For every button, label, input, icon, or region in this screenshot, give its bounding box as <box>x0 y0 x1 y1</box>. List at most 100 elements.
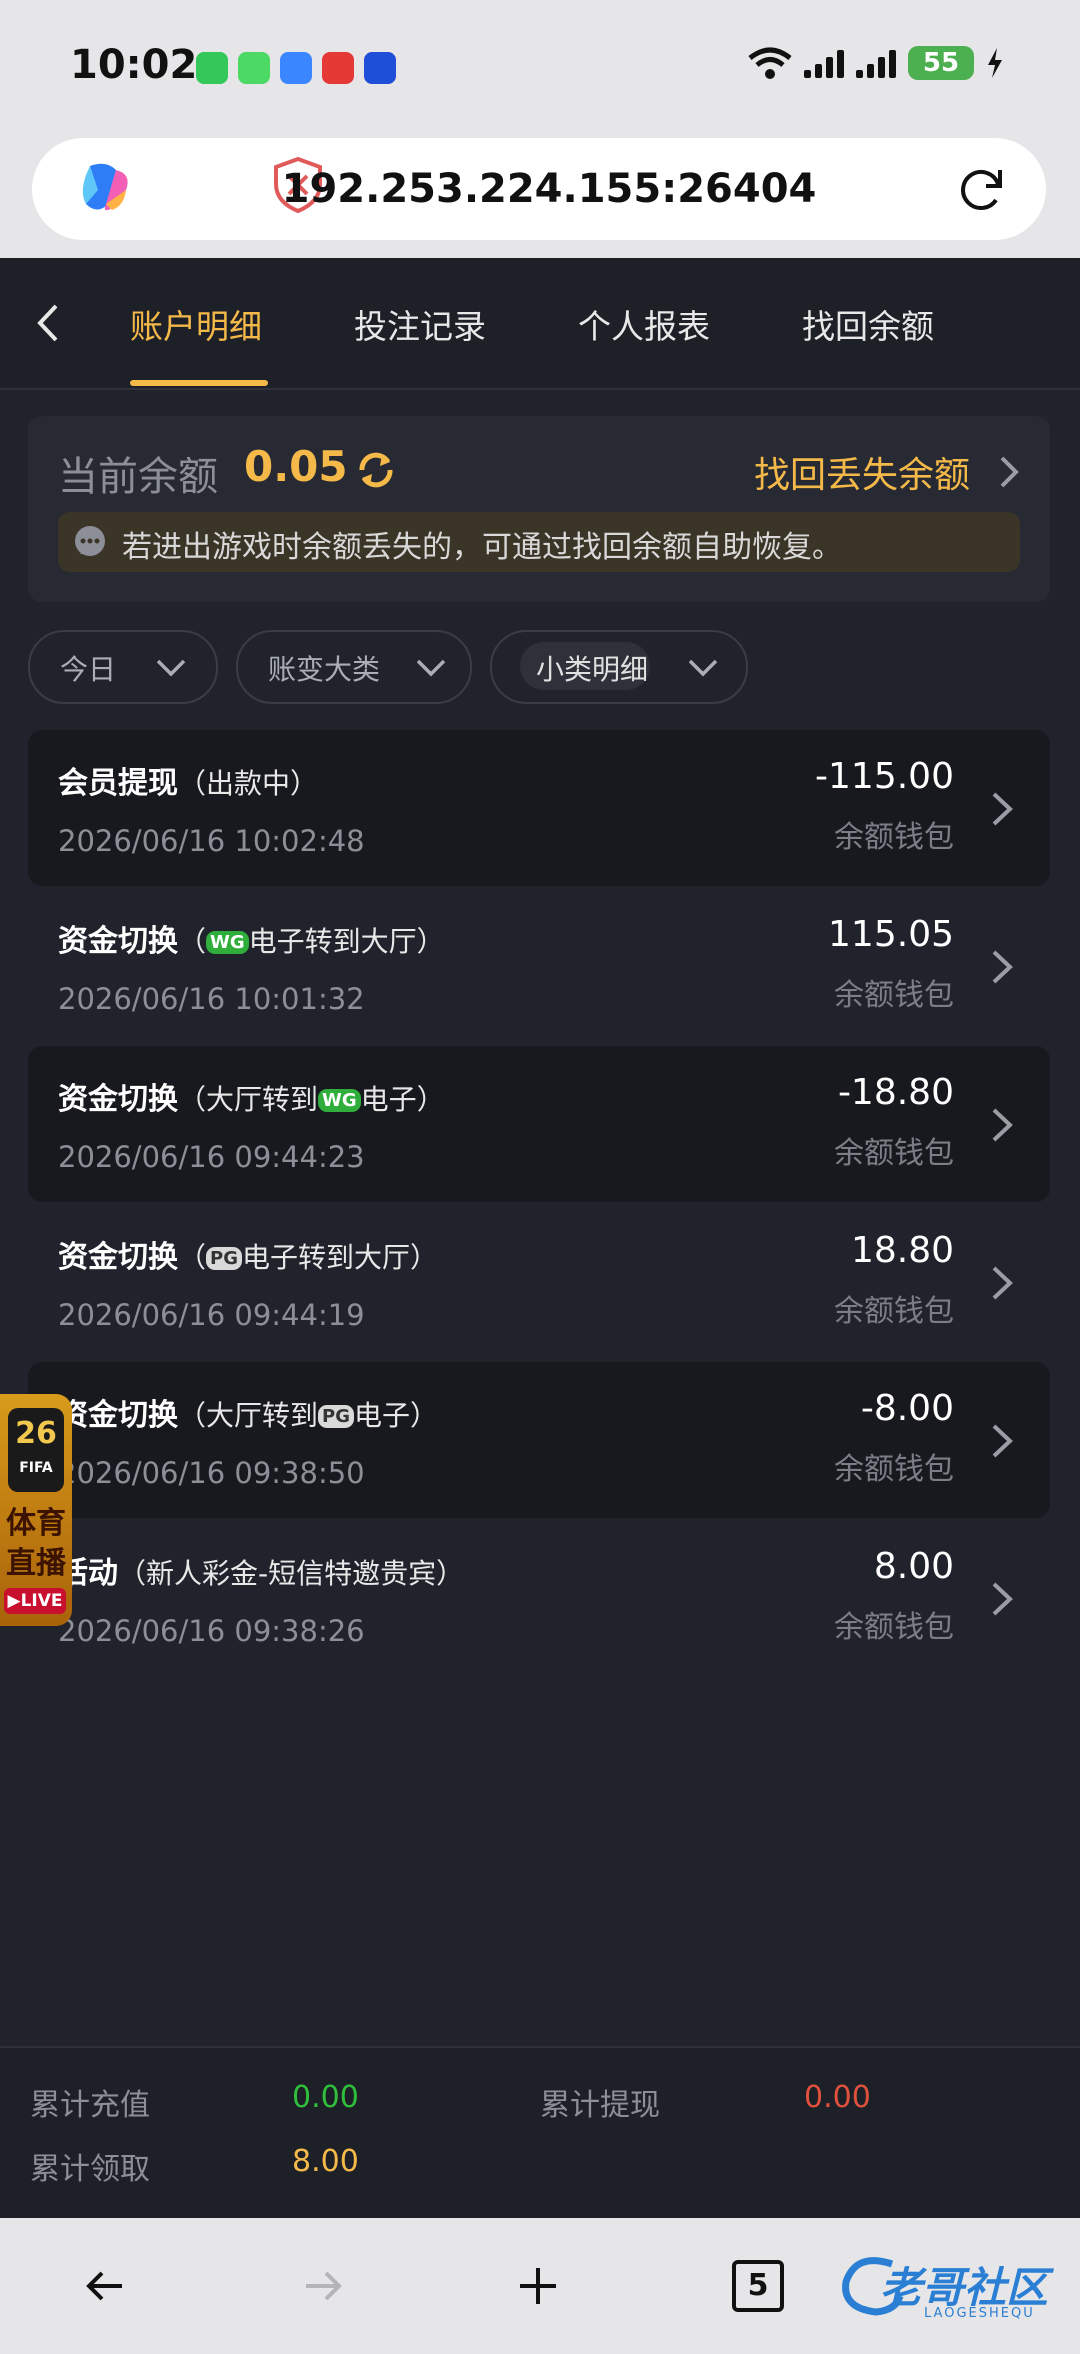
transaction-title: 资金切换（大厅转到 PG 电子） <box>58 1390 438 1434</box>
address-bar[interactable]: 192.253.224.155:26404 <box>32 138 1046 240</box>
chevron-down-icon <box>688 659 718 677</box>
chevron-right-icon[interactable] <box>988 1420 1016 1462</box>
total-claimed-value: 8.00 <box>292 2144 359 2179</box>
summary-bar: 累计充值 0.00 累计提现 0.00 累计领取 8.00 <box>0 2046 1080 2220</box>
transaction-time: 2026/06/16 09:38:26 <box>58 1614 365 1648</box>
transaction-type: 资金切换 <box>58 1082 178 1117</box>
laoge-community-watermark: 老哥社区 LAOGESHEQU <box>836 2248 1076 2328</box>
chevron-right-icon[interactable] <box>988 1262 1016 1304</box>
transaction-row[interactable]: 资金切换（大厅转到 WG 电子） 2026/06/16 09:44:23 -18.80 余… <box>28 1046 1050 1202</box>
tab-bet-records[interactable]: 投注记录 <box>354 300 486 348</box>
messages-app-icon <box>238 52 270 84</box>
transaction-row[interactable]: 会员提现（出款中） 2026/06/16 10:02:48 -115.00 余额钱包 <box>28 730 1050 886</box>
transaction-type: 资金切换 <box>58 1398 178 1433</box>
transaction-time: 2026/06/16 09:44:19 <box>58 1298 365 1332</box>
sports-live-badge[interactable]: 26 FIFA 体育 直播 ▶LIVE <box>0 1394 72 1626</box>
tabs-count-button[interactable]: 5 <box>732 2260 784 2312</box>
badge-live-label: ▶LIVE <box>4 1588 66 1614</box>
transaction-detail: （大厅转到 WG 电子） <box>178 1083 445 1116</box>
date-filter-dropdown[interactable]: 今日 <box>28 630 218 704</box>
url-text[interactable]: 192.253.224.155:26404 <box>32 166 1046 212</box>
phone-app-icon <box>196 52 228 84</box>
chevron-right-icon[interactable] <box>988 946 1016 988</box>
wifi-icon <box>748 47 792 79</box>
chevron-right-icon[interactable] <box>988 1104 1016 1146</box>
tab-account-details[interactable]: 账户明细 <box>130 300 262 348</box>
transaction-wallet: 余额钱包 <box>834 1452 954 1487</box>
music-app-icon <box>322 52 354 84</box>
back-arrow-icon[interactable] <box>28 298 68 348</box>
refresh-balance-icon[interactable] <box>354 448 398 492</box>
transaction-amount: -8.00 <box>860 1388 954 1429</box>
balance-card: 当前余额 0.05 找回丢失余额 若进出游戏时余额丢失的，可通过找回余额自助恢复… <box>28 416 1050 602</box>
transaction-type: 资金切换 <box>58 1240 178 1275</box>
total-deposit-label: 累计充值 <box>30 2088 150 2123</box>
transaction-detail: （大厅转到 PG 电子） <box>178 1399 439 1432</box>
chevron-down-icon <box>156 659 186 677</box>
transaction-detail: （PG 电子转到大厅） <box>178 1241 439 1274</box>
transaction-amount: 8.00 <box>873 1546 954 1587</box>
transaction-amount: 18.80 <box>850 1230 954 1271</box>
transaction-detail: （WG 电子转到大厅） <box>178 925 445 958</box>
transaction-type: 会员提现 <box>58 766 178 801</box>
balance-notice: 若进出游戏时余额丢失的，可通过找回余额自助恢复。 <box>58 512 1020 572</box>
browser-back-icon[interactable] <box>82 2262 130 2310</box>
transaction-time: 2026/06/16 10:02:48 <box>58 824 365 858</box>
transaction-title: 资金切换（ WG 电子转到大厅） <box>58 916 445 960</box>
total-deposit-value: 0.00 <box>292 2080 359 2115</box>
transaction-row[interactable]: 活动（新人彩金-短信特邀贵宾） 2026/06/16 09:38:26 8.00 余额… <box>28 1520 1050 1676</box>
active-tab-indicator <box>130 380 268 386</box>
tab-recover-balance[interactable]: 找回余额 <box>802 300 934 348</box>
transaction-title: 活动（新人彩金-短信特邀贵宾） <box>58 1548 464 1592</box>
fifa-trophy-icon: 26 FIFA <box>8 1408 64 1492</box>
transaction-wallet: 余额钱包 <box>834 1294 954 1329</box>
transaction-row[interactable]: 资金切换（ PG 电子转到大厅） 2026/06/16 09:44:19 18.80 余额… <box>28 1204 1050 1360</box>
balance-label: 当前余额 <box>58 454 218 500</box>
subcategory-filter-dropdown[interactable]: 小类明细 <box>490 630 748 704</box>
transaction-amount: -18.80 <box>837 1072 954 1113</box>
transaction-time: 2026/06/16 10:01:32 <box>58 982 365 1016</box>
transaction-type: 资金切换 <box>58 924 178 959</box>
badge-text-live: 直播 <box>6 1546 66 1581</box>
transaction-time: 2026/06/16 09:44:23 <box>58 1140 365 1174</box>
transaction-wallet: 余额钱包 <box>834 978 954 1013</box>
status-time: 10:02 <box>70 42 198 88</box>
chevron-right-icon[interactable] <box>988 1578 1016 1620</box>
tab-personal-report[interactable]: 个人报表 <box>578 300 710 348</box>
transaction-amount: 115.05 <box>828 914 954 955</box>
transaction-amount: -115.00 <box>815 756 954 797</box>
browser-app-icon <box>280 52 312 84</box>
wg-provider-logo: WG <box>206 931 249 954</box>
video-app-icon <box>364 52 396 84</box>
balance-value: 0.05 <box>244 442 348 491</box>
transaction-title: 资金切换（大厅转到 WG 电子） <box>58 1074 445 1118</box>
charging-icon <box>988 48 1002 78</box>
notice-text: 若进出游戏时余额丢失的，可通过找回余额自助恢复。 <box>122 530 842 565</box>
total-withdraw-label: 累计提现 <box>540 2088 660 2123</box>
pg-provider-logo: PG <box>318 1405 354 1428</box>
signal-icon-2 <box>856 48 896 78</box>
chevron-right-icon[interactable] <box>988 788 1016 830</box>
chevron-down-icon <box>416 659 446 677</box>
transaction-row[interactable]: 资金切换（大厅转到 PG 电子） 2026/06/16 09:38:50 -8.00 余额… <box>28 1362 1050 1518</box>
wg-provider-logo: WG <box>318 1089 361 1112</box>
transaction-wallet: 余额钱包 <box>834 1136 954 1171</box>
new-tab-plus-icon[interactable] <box>514 2262 562 2310</box>
watermark-subtext: LAOGESHEQU <box>924 2306 1035 2321</box>
transaction-wallet: 余额钱包 <box>834 820 954 855</box>
badge-number: 26 <box>15 1416 57 1451</box>
transaction-row[interactable]: 资金切换（ WG 电子转到大厅） 2026/06/16 10:01:32 115.05 余… <box>28 888 1050 1044</box>
recover-lost-balance-link[interactable]: 找回丢失余额 <box>754 446 970 498</box>
subcategory-filter-label: 小类明细 <box>536 653 649 686</box>
reload-icon[interactable] <box>956 164 1006 214</box>
top-nav: 账户明细 投注记录 个人报表 找回余额 <box>0 258 1080 390</box>
transaction-detail: （出款中） <box>178 767 319 800</box>
status-bar: 10:02 55 <box>0 0 1080 128</box>
browser-forward-icon[interactable] <box>298 2262 346 2310</box>
pg-provider-logo: PG <box>206 1247 242 1270</box>
total-withdraw-value: 0.00 <box>804 2080 871 2115</box>
category-filter-dropdown[interactable]: 账变大类 <box>236 630 472 704</box>
chevron-right-icon[interactable] <box>996 452 1022 492</box>
browser-bottom-bar: 5 老哥社区 LAOGESHEQU <box>0 2218 1080 2354</box>
badge-text-sports: 体育 <box>6 1506 66 1541</box>
